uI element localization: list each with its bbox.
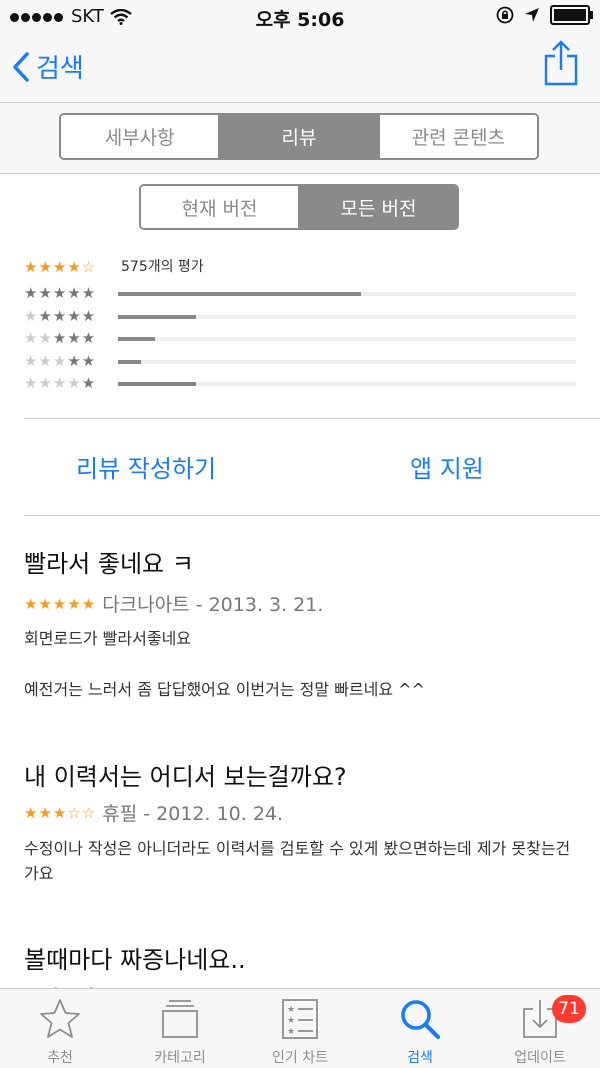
tab-bar: 추천 카테고리 ★ ★ ★ 인기 차트 검색 업데이트 71 <box>0 988 600 1068</box>
distribution-stars-2: ★★★★★ <box>24 351 97 370</box>
distribution-stars-1: ★★★★★ <box>24 374 97 392</box>
tab-label: 카테고리 <box>154 1050 206 1066</box>
app-support-button[interactable]: 앱 지원 <box>410 449 484 484</box>
share-icon <box>544 40 578 86</box>
divider <box>24 515 600 516</box>
search-icon <box>401 1000 441 1040</box>
review-meta: ★★★★★ 다크나아트 - 2013. 3. 21. <box>24 590 323 617</box>
distribution-bar-fill <box>118 314 196 319</box>
review-body: 수정이나 작성은 아니더라도 이력서를 검토할 수 있게 봤으면하는데 제가 못… <box>24 839 571 883</box>
distribution-bar-1 <box>118 382 576 386</box>
tab-related[interactable]: 관련 콘텐츠 <box>379 115 537 158</box>
share-button[interactable] <box>544 40 578 90</box>
tab-label: 추천 <box>47 1050 73 1066</box>
segment-area: 세부사항 리뷰 관련 콘텐츠 <box>0 102 600 174</box>
tab-all-versions[interactable]: 모든 버전 <box>300 186 457 228</box>
top-charts-icon: ★ ★ ★ <box>282 999 318 1039</box>
write-review-button[interactable]: 리뷰 작성하기 <box>76 449 216 484</box>
tab-updates[interactable]: 업데이트 71 <box>480 989 600 1068</box>
tab-categories[interactable]: 카테고리 <box>120 989 240 1068</box>
review-author-date: 휴필 - 2012. 10. 24. <box>102 803 284 825</box>
nav-bar: 검색 <box>0 34 600 102</box>
review-stars: ★★★☆☆ <box>24 803 97 822</box>
categories-icon <box>162 1000 198 1038</box>
status-bar: SKT 오후 5:06 <box>0 0 600 34</box>
distribution-bar-fill <box>118 292 361 296</box>
divider <box>24 418 600 419</box>
review-title: 내 이력서는 어디서 보는걸까요? <box>24 763 347 791</box>
distribution-stars-5: ★★★★★ <box>24 284 97 302</box>
review-title: 볼때마다 짜증나네요.. <box>24 946 246 974</box>
star-icon <box>40 999 80 1038</box>
distribution-stars-3: ★★★★★ <box>24 329 97 347</box>
distribution-bar-fill <box>118 337 155 341</box>
location-icon <box>525 8 539 22</box>
tab-details[interactable]: 세부사항 <box>61 115 221 158</box>
chevron-left-icon <box>13 51 29 82</box>
distribution-bar-4 <box>118 314 576 319</box>
distribution-bar-5 <box>118 292 576 296</box>
tab-reviews[interactable]: 리뷰 <box>220 115 380 158</box>
distribution-bar-3 <box>118 337 576 341</box>
svg-text:★: ★ <box>287 1027 295 1037</box>
battery-icon <box>550 5 593 25</box>
status-right <box>496 5 593 25</box>
back-label: 검색 <box>36 54 84 84</box>
tab-search[interactable]: 검색 <box>360 989 480 1068</box>
rating-count: 575개의 평가 <box>121 259 204 275</box>
review-stars: ★★★★★ <box>24 594 97 613</box>
svg-text:★: ★ <box>287 1005 295 1015</box>
segmented-control-top: 세부사항 리뷰 관련 콘텐츠 <box>59 113 539 160</box>
back-button[interactable]: 검색 <box>12 48 84 85</box>
updates-badge: 71 <box>552 995 586 1023</box>
distribution-bar-fill <box>118 359 141 364</box>
svg-text:★: ★ <box>287 1016 295 1026</box>
distribution-bar-fill <box>118 382 196 386</box>
distribution-stars-4: ★★★★★ <box>24 306 97 325</box>
tab-label: 검색 <box>407 1050 433 1066</box>
review-meta: ★★★☆☆ 휴필 - 2012. 10. 24. <box>24 799 283 826</box>
tab-top-charts[interactable]: ★ ★ ★ 인기 차트 <box>240 989 360 1068</box>
tab-current-version[interactable]: 현재 버전 <box>141 186 300 228</box>
review-body: 예전거는 느러서 좀 답답했어요 이번거는 정말 빠르네요 ^^ <box>24 680 425 699</box>
segmented-control-version: 현재 버전 모든 버전 <box>139 184 459 230</box>
average-rating-stars: ★★★★☆ <box>24 258 97 276</box>
distribution-bar-2 <box>118 359 576 364</box>
review-title: 빨라서 좋네요 ㅋ <box>24 550 194 578</box>
review-body: 회면로드가 빨라서좋네요 <box>24 629 192 648</box>
review-author-date: 다크나아트 - 2013. 3. 21. <box>102 594 324 616</box>
tab-featured[interactable]: 추천 <box>0 989 120 1068</box>
tab-label: 인기 차트 <box>272 1050 328 1066</box>
tab-label: 업데이트 <box>514 1050 566 1066</box>
rotation-lock-icon <box>496 6 514 24</box>
